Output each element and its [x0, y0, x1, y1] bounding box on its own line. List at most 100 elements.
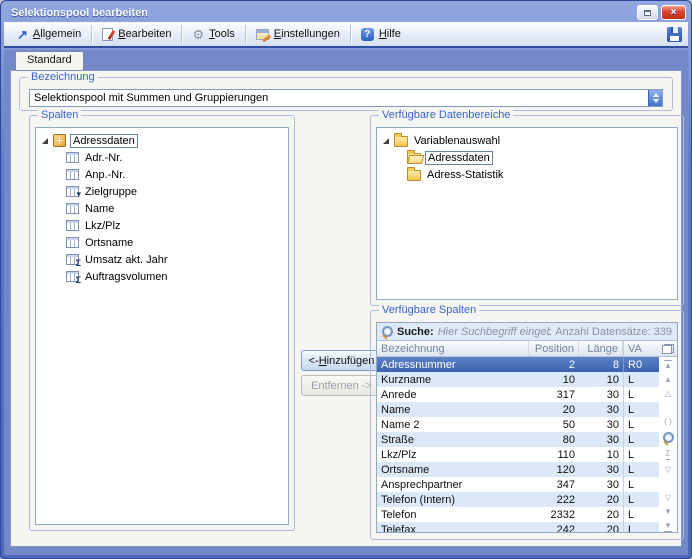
search-bar[interactable]: Suche: Hier Suchbegriff eingebe Anzahl D…: [377, 323, 677, 341]
table-column-icon: [66, 203, 79, 214]
toolbar-item-allgemein[interactable]: Allgemein: [10, 26, 88, 43]
tree-item-adressdaten[interactable]: Adressdaten: [383, 149, 677, 166]
content-panel: Bezeichnung Selektionspool mit Summen un…: [10, 70, 684, 547]
bezeichnung-group: Bezeichnung Selektionspool mit Summen un…: [19, 71, 673, 111]
table-row-ortsname[interactable]: Ortsname 120 30 L: [377, 462, 659, 477]
close-icon: ×: [670, 6, 677, 18]
tree-item-umsatz-akt-jahr[interactable]: Umsatz akt. Jahr: [42, 251, 288, 268]
move-up-icon[interactable]: ▲: [664, 376, 672, 384]
restore-icon: [644, 9, 651, 16]
column-header-laenge[interactable]: Länge: [579, 341, 623, 356]
tree-item-auftragsvolumen[interactable]: Auftragsvolumen: [42, 268, 288, 285]
spalten-group-label: Spalten: [38, 109, 82, 121]
search-input[interactable]: Hier Suchbegriff eingebe: [438, 326, 552, 338]
toolbar-item-einstellungen[interactable]: Einstellungen: [249, 26, 347, 42]
grid-body: Bezeichnung Position Länge VA Adressnumm…: [377, 341, 677, 532]
toolbar-item-hilfe[interactable]: Hilfe: [354, 26, 408, 43]
search-label: Suche:: [397, 325, 434, 338]
verfuegbare-spalten-group: Verfügbare Spalten Suche: Hier Suchbegri…: [370, 304, 684, 540]
table-row-telefon-intern-[interactable]: Telefon (Intern) 222 20 L: [377, 492, 659, 507]
folder-open-icon: [407, 150, 421, 164]
spalten-tree[interactable]: Adressdaten Adr.-Nr. Anp.-Nr. Zielgruppe…: [35, 127, 289, 525]
table-column-icon: [66, 237, 79, 248]
grid-rows: Adressnummer 2 8 R0 Kurzname 10 10 L Anr…: [377, 357, 659, 532]
toolbar: Allgemein Bearbeiten Tools Einstellungen…: [4, 22, 688, 48]
toolbar-separator: [349, 25, 351, 43]
table-column-icon: [66, 220, 79, 231]
combobox-spinner-button[interactable]: [648, 90, 662, 106]
folder-icon: [394, 133, 408, 147]
toolbar-separator: [244, 25, 246, 43]
save-button[interactable]: [667, 26, 682, 42]
column-header-bezeichnung[interactable]: Bezeichnung: [377, 341, 529, 356]
table-column-icon: [66, 152, 79, 163]
expander-icon[interactable]: [383, 137, 389, 144]
tree-item-anp-nr-[interactable]: Anp.-Nr.: [42, 166, 288, 183]
window-title: Selektionspool bearbeiten: [11, 6, 148, 19]
toolbar-separator: [181, 25, 183, 43]
folder-icon: [407, 167, 421, 181]
settings-pencil-icon: [255, 28, 269, 40]
table-row-telefax[interactable]: Telefax 242 20 L: [377, 522, 659, 532]
spinner-up-icon: [652, 93, 659, 97]
edit-page-icon: [102, 27, 114, 41]
column-header-position[interactable]: Position: [529, 341, 579, 356]
grid-navigator: ▲ ▲ △ ( ) Σ ▽ ▽ ▼ ▼: [659, 341, 677, 532]
table-column-icon: [66, 169, 79, 180]
scroll-down-icon[interactable]: ▽: [665, 494, 671, 502]
spalten-grid: Suche: Hier Suchbegriff eingebe Anzahl D…: [376, 322, 678, 533]
table-grouping-icon: [66, 186, 81, 200]
bezeichnung-combobox-value: Selektionspool mit Summen und Gruppierun…: [34, 92, 269, 104]
record-count: Anzahl Datensätze: 339: [555, 325, 672, 338]
tree-item-adressdaten-root[interactable]: Adressdaten: [42, 132, 288, 149]
datenbereiche-group: Verfügbare Datenbereiche Variablenauswah…: [370, 109, 684, 306]
datenbereiche-tree[interactable]: Variablenauswahl Adressdaten Adress-Stat…: [376, 127, 678, 300]
tree-item-variablenauswahl[interactable]: Variablenauswahl: [383, 132, 677, 149]
help-icon: [360, 27, 374, 41]
column-chooser-cell[interactable]: [659, 341, 677, 357]
table-row-ansprechpartner[interactable]: Ansprechpartner 347 30 L: [377, 477, 659, 492]
filter-icon[interactable]: ▽: [665, 466, 671, 474]
move-down-icon[interactable]: ▼: [664, 508, 672, 516]
spinner-down-icon: [652, 99, 659, 103]
expander-icon[interactable]: [42, 137, 48, 144]
tab-standard[interactable]: Standard: [15, 51, 84, 70]
toolbar-separator: [91, 25, 93, 43]
restore-button[interactable]: [637, 5, 658, 20]
table-row-name[interactable]: Name 20 30 L: [377, 402, 659, 417]
scroll-up-icon[interactable]: △: [665, 390, 671, 398]
close-button[interactable]: ×: [661, 5, 686, 20]
dataset-icon: [53, 134, 66, 147]
toolbar-item-bearbeiten[interactable]: Bearbeiten: [95, 26, 178, 43]
dialog-window: Selektionspool bearbeiten × Allgemein Be…: [0, 0, 692, 559]
tree-item-ortsname[interactable]: Ortsname: [42, 234, 288, 251]
spalten-tree-children: Adr.-Nr. Anp.-Nr. Zielgruppe Name Lkz/Pl…: [42, 149, 288, 285]
search-icon[interactable]: [662, 432, 674, 444]
table-row-anrede[interactable]: Anrede 317 30 L: [377, 387, 659, 402]
column-header-va[interactable]: VA: [623, 341, 659, 356]
table-row-name-2[interactable]: Name 2 50 30 L: [377, 417, 659, 432]
tree-item-zielgruppe[interactable]: Zielgruppe: [42, 183, 288, 200]
tree-item-adr-nr-[interactable]: Adr.-Nr.: [42, 149, 288, 166]
table-row-lkz-plz[interactable]: Lkz/Plz 110 10 L: [377, 447, 659, 462]
move-to-bottom-icon[interactable]: ▼: [664, 522, 672, 532]
titlebar[interactable]: Selektionspool bearbeiten ×: [1, 1, 691, 22]
arrow-up-right-icon: [17, 28, 28, 41]
table-row-kurzname[interactable]: Kurzname 10 10 L: [377, 372, 659, 387]
table-row-telefon[interactable]: Telefon 2332 20 L: [377, 507, 659, 522]
table-row-adressnummer[interactable]: Adressnummer 2 8 R0: [377, 357, 659, 372]
tree-item-lkz-plz[interactable]: Lkz/Plz: [42, 217, 288, 234]
gears-icon: [192, 28, 204, 41]
grid-header: Bezeichnung Position Länge VA: [377, 341, 659, 357]
toolbar-item-tools[interactable]: Tools: [185, 26, 241, 43]
move-to-top-icon[interactable]: ▲: [664, 360, 672, 370]
table-sum-icon: [66, 271, 81, 285]
sum-icon[interactable]: Σ: [665, 450, 671, 460]
bezeichnung-combobox[interactable]: Selektionspool mit Summen und Gruppierun…: [29, 89, 663, 107]
goto-brackets-icon[interactable]: ( ): [664, 418, 672, 426]
table-row-stra-e[interactable]: Straße 80 30 L: [377, 432, 659, 447]
table-sum-icon: [66, 254, 81, 268]
navigator-strip: ▲ ▲ △ ( ) Σ ▽ ▽ ▼ ▼: [662, 357, 674, 532]
tree-item-adress-statistik[interactable]: Adress-Statistik: [383, 166, 677, 183]
tree-item-name[interactable]: Name: [42, 200, 288, 217]
